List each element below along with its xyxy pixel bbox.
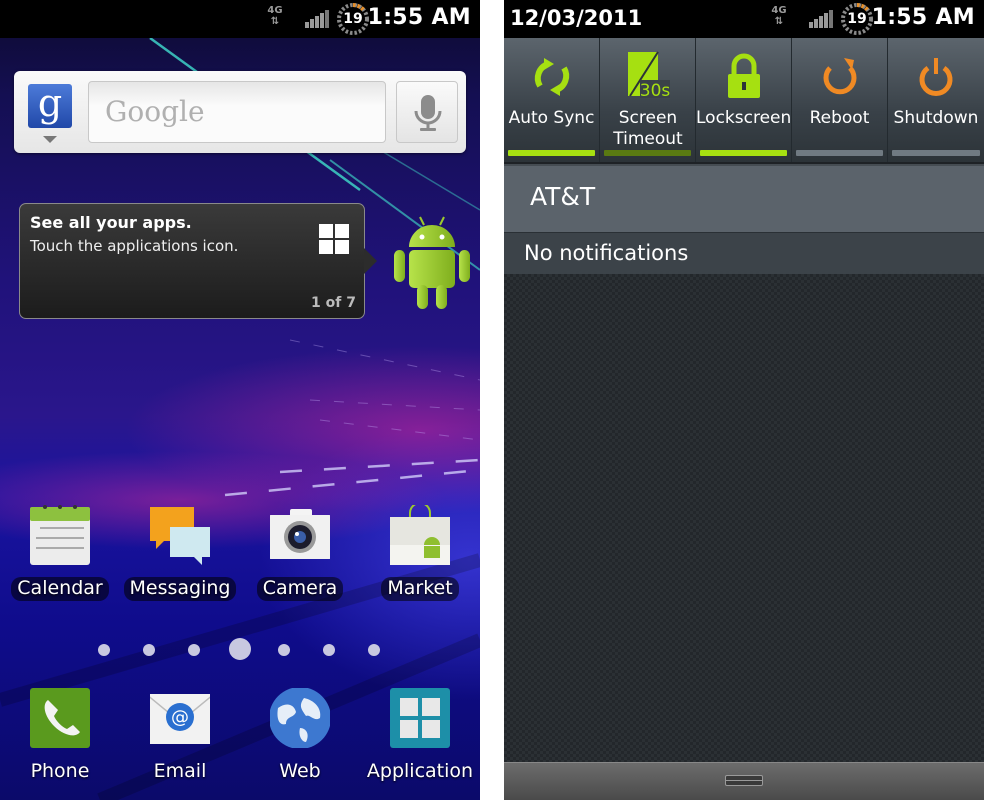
battery-icon: 19 [336,2,370,36]
screen-timeout-icon: 30s [628,51,671,100]
carrier-bar: AT&T [504,164,984,232]
signal-strength-icon [305,10,329,28]
camera-icon [270,509,330,559]
email-icon: @ [150,694,210,744]
clock: 1:55 AM [871,5,975,30]
app-label: Phone [30,760,90,782]
battery-icon: 19 [840,2,874,36]
no-notifications-label: No notifications [524,241,689,265]
apps-grid-icon [390,688,450,748]
status-bar: 4G ⇅ 19 1:55 AM [0,0,480,38]
shade-drag-handle[interactable] [504,762,984,800]
toggle-label: Reboot [809,108,870,128]
signal-strength-icon [809,10,833,28]
search-input[interactable]: Google [88,81,386,143]
mic-icon [414,95,442,131]
network-type: 4G [267,5,283,16]
battery-level: 19 [343,11,363,27]
search-source-dropdown-icon[interactable] [43,136,57,143]
app-label: Web [279,760,321,782]
phone-icon [30,688,90,748]
app-label: Calendar [11,577,109,601]
page-dot[interactable] [188,644,200,656]
page-dot-active[interactable] [229,638,251,660]
lock-icon [728,53,760,98]
home-screen: 4G ⇅ 19 1:55 AM g Google See all your ap… [0,0,480,800]
svg-text:@: @ [171,707,189,728]
tooltip-text: Touch the applications icon. [30,237,239,255]
clock: 1:55 AM [367,5,471,30]
app-label: Email [153,760,207,782]
toggle-label: Screen Timeout [613,108,683,149]
messaging-icon [150,507,210,565]
apps-grid-icon [319,224,349,254]
page-dot[interactable] [98,644,110,656]
toggle-label: Lockscreen [696,108,792,128]
apps-hint-tooltip[interactable]: See all your apps. Touch the application… [19,203,377,319]
tooltip-page-indicator: 1 of 7 [311,295,356,311]
sync-icon [534,58,570,96]
toggle-lockscreen[interactable]: Lockscreen [696,38,792,162]
search-placeholder: Google [105,95,205,128]
network-type: 4G [771,5,787,16]
page-dot[interactable] [368,644,380,656]
page-indicator [0,638,480,662]
notification-list [504,274,984,762]
toggle-indicator-off [892,150,980,156]
app-label: Camera [256,577,344,601]
tooltip-title: See all your apps. [30,213,192,232]
button-shutdown[interactable]: Shutdown [888,38,984,162]
page-dot[interactable] [143,644,155,656]
toggle-label: Shutdown [893,108,979,128]
drag-grip-icon [725,775,763,786]
calendar-icon [30,505,90,565]
status-date: 12/03/2011 [510,6,643,30]
battery-level: 19 [847,11,867,27]
globe-icon [270,688,330,748]
toggle-indicator-partial [604,150,691,156]
toggle-indicator-on [508,150,595,156]
toggle-label: Auto Sync [508,108,595,128]
google-search-widget: g Google [14,71,466,153]
toggle-indicator-off [796,150,883,156]
voice-search-button[interactable] [396,81,458,143]
market-icon [390,505,450,565]
network-4g-icon: 4G ⇅ [771,5,787,27]
page-dot[interactable] [323,644,335,656]
reboot-icon [823,58,857,95]
toggle-auto-sync[interactable]: Auto Sync [504,38,600,162]
google-logo-letter: g [37,81,63,125]
quick-settings-bar: Auto Sync 30s Screen Timeout Lockscreen [504,38,984,162]
toggle-indicator-on [700,150,787,156]
app-label: Messaging [123,577,237,601]
button-reboot[interactable]: Reboot [792,38,888,162]
timeout-value: 30s [640,81,671,100]
notification-shade: 12/03/2011 4G ⇅ 19 1:55 AM Auto Sync 30s… [504,0,984,800]
google-logo-button[interactable]: g [28,84,72,128]
notifications-header: No notifications [504,232,984,274]
app-label: Market [381,577,459,601]
toggle-screen-timeout[interactable]: 30s Screen Timeout [600,38,696,162]
network-4g-icon: 4G ⇅ [267,5,283,27]
page-dot[interactable] [278,644,290,656]
carrier-name: AT&T [530,182,596,211]
power-icon [919,58,953,96]
status-bar: 12/03/2011 4G ⇅ 19 1:55 AM [504,0,984,38]
app-label: Application [366,760,474,782]
android-mascot-icon [394,216,470,309]
